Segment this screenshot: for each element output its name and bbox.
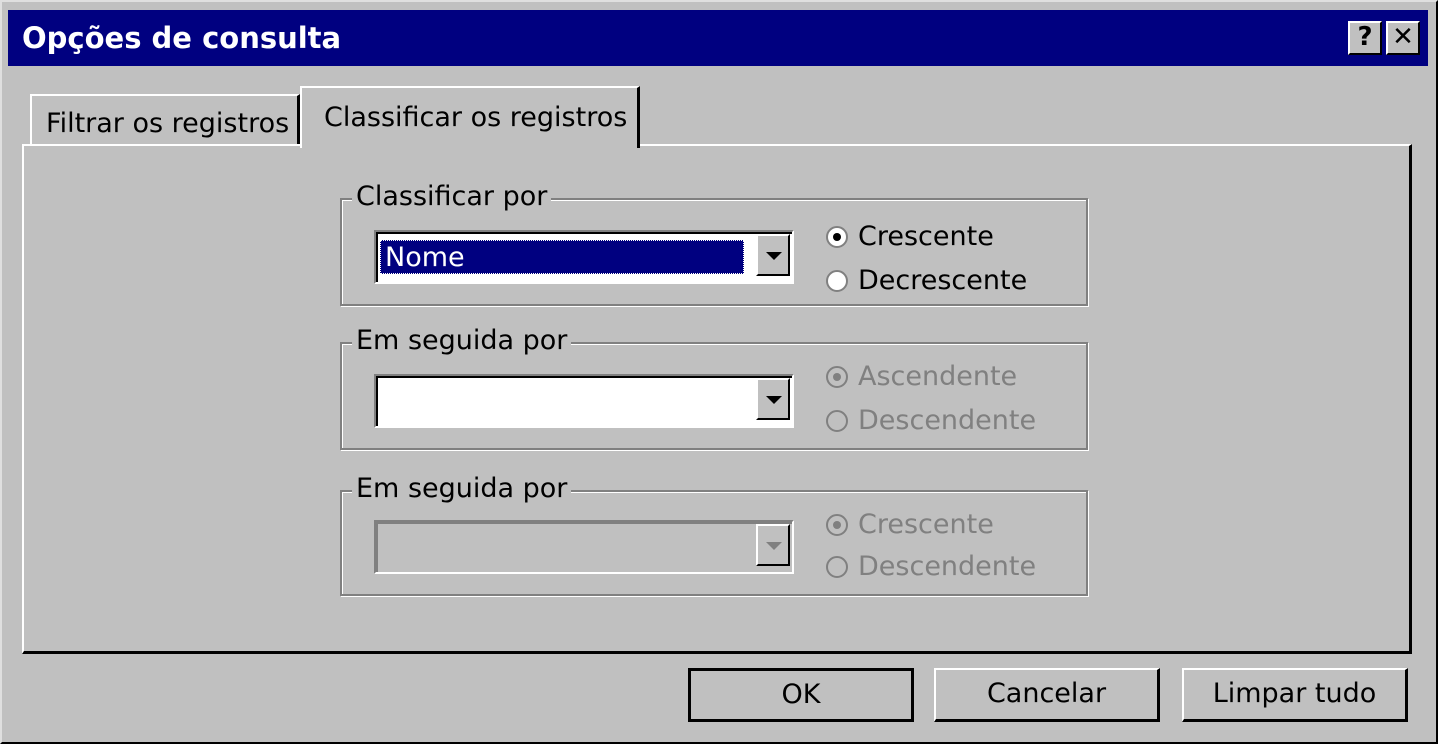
sort-by-group: Classificar por Nome Crescente Decrescen… — [340, 180, 1088, 306]
title-bar[interactable]: Opções de consulta ? ✕ — [8, 10, 1428, 66]
radio-selected-icon — [826, 226, 848, 248]
then-by-field-select-disabled[interactable] — [374, 520, 794, 574]
dropdown-button[interactable] — [756, 378, 790, 420]
then-by-group-1: Em seguida por Ascendente Descendente — [340, 324, 1088, 450]
tab-label: Classificar os registros — [324, 102, 628, 133]
tab-filter-records[interactable]: Filtrar os registros — [30, 94, 300, 146]
dropdown-button[interactable] — [756, 234, 790, 276]
then-by-field-select[interactable] — [374, 374, 794, 428]
group-legend: Classificar por — [352, 180, 552, 214]
clear-all-button[interactable]: Limpar tudo — [1182, 668, 1408, 722]
radio-ascending[interactable]: Crescente — [826, 510, 994, 540]
radio-unselected-icon — [826, 410, 848, 432]
radio-label: Ascendente — [858, 361, 1018, 392]
radio-label: Descendente — [858, 551, 1037, 582]
radio-selected-icon — [826, 514, 848, 536]
radio-descending[interactable]: Descendente — [826, 552, 1036, 582]
radio-descending[interactable]: Descendente — [826, 406, 1036, 436]
then-by-group-2: Em seguida por Crescente Descendente — [340, 472, 1088, 596]
chevron-down-icon — [766, 542, 782, 550]
radio-descending[interactable]: Decrescente — [826, 266, 1027, 296]
radio-label: Descendente — [858, 405, 1037, 436]
dropdown-button[interactable] — [756, 524, 790, 566]
radio-label: Crescente — [858, 221, 994, 252]
radio-ascending[interactable]: Crescente — [826, 222, 994, 252]
cancel-button[interactable]: Cancelar — [934, 668, 1160, 722]
sort-field-value: Nome — [380, 240, 744, 274]
ok-button[interactable]: OK — [688, 668, 914, 722]
group-legend: Em seguida por — [352, 472, 572, 506]
close-icon: ✕ — [1392, 22, 1414, 52]
help-button[interactable]: ? — [1348, 21, 1382, 55]
group-legend: Em seguida por — [352, 324, 572, 358]
tab-label: Filtrar os registros — [46, 108, 290, 139]
radio-label: Crescente — [858, 509, 994, 540]
radio-unselected-icon — [826, 556, 848, 578]
radio-unselected-icon — [826, 270, 848, 292]
chevron-down-icon — [766, 396, 782, 404]
query-options-dialog: Opções de consulta ? ✕ Filtrar os regist… — [0, 0, 1438, 744]
close-button[interactable]: ✕ — [1386, 21, 1420, 55]
radio-selected-icon — [826, 366, 848, 388]
window-title: Opções de consulta — [22, 21, 342, 55]
sort-field-select[interactable]: Nome — [374, 230, 794, 284]
chevron-down-icon — [766, 252, 782, 260]
radio-label: Decrescente — [858, 265, 1028, 296]
radio-ascending[interactable]: Ascendente — [826, 362, 1017, 392]
tab-sort-records[interactable]: Classificar os registros — [300, 86, 640, 148]
